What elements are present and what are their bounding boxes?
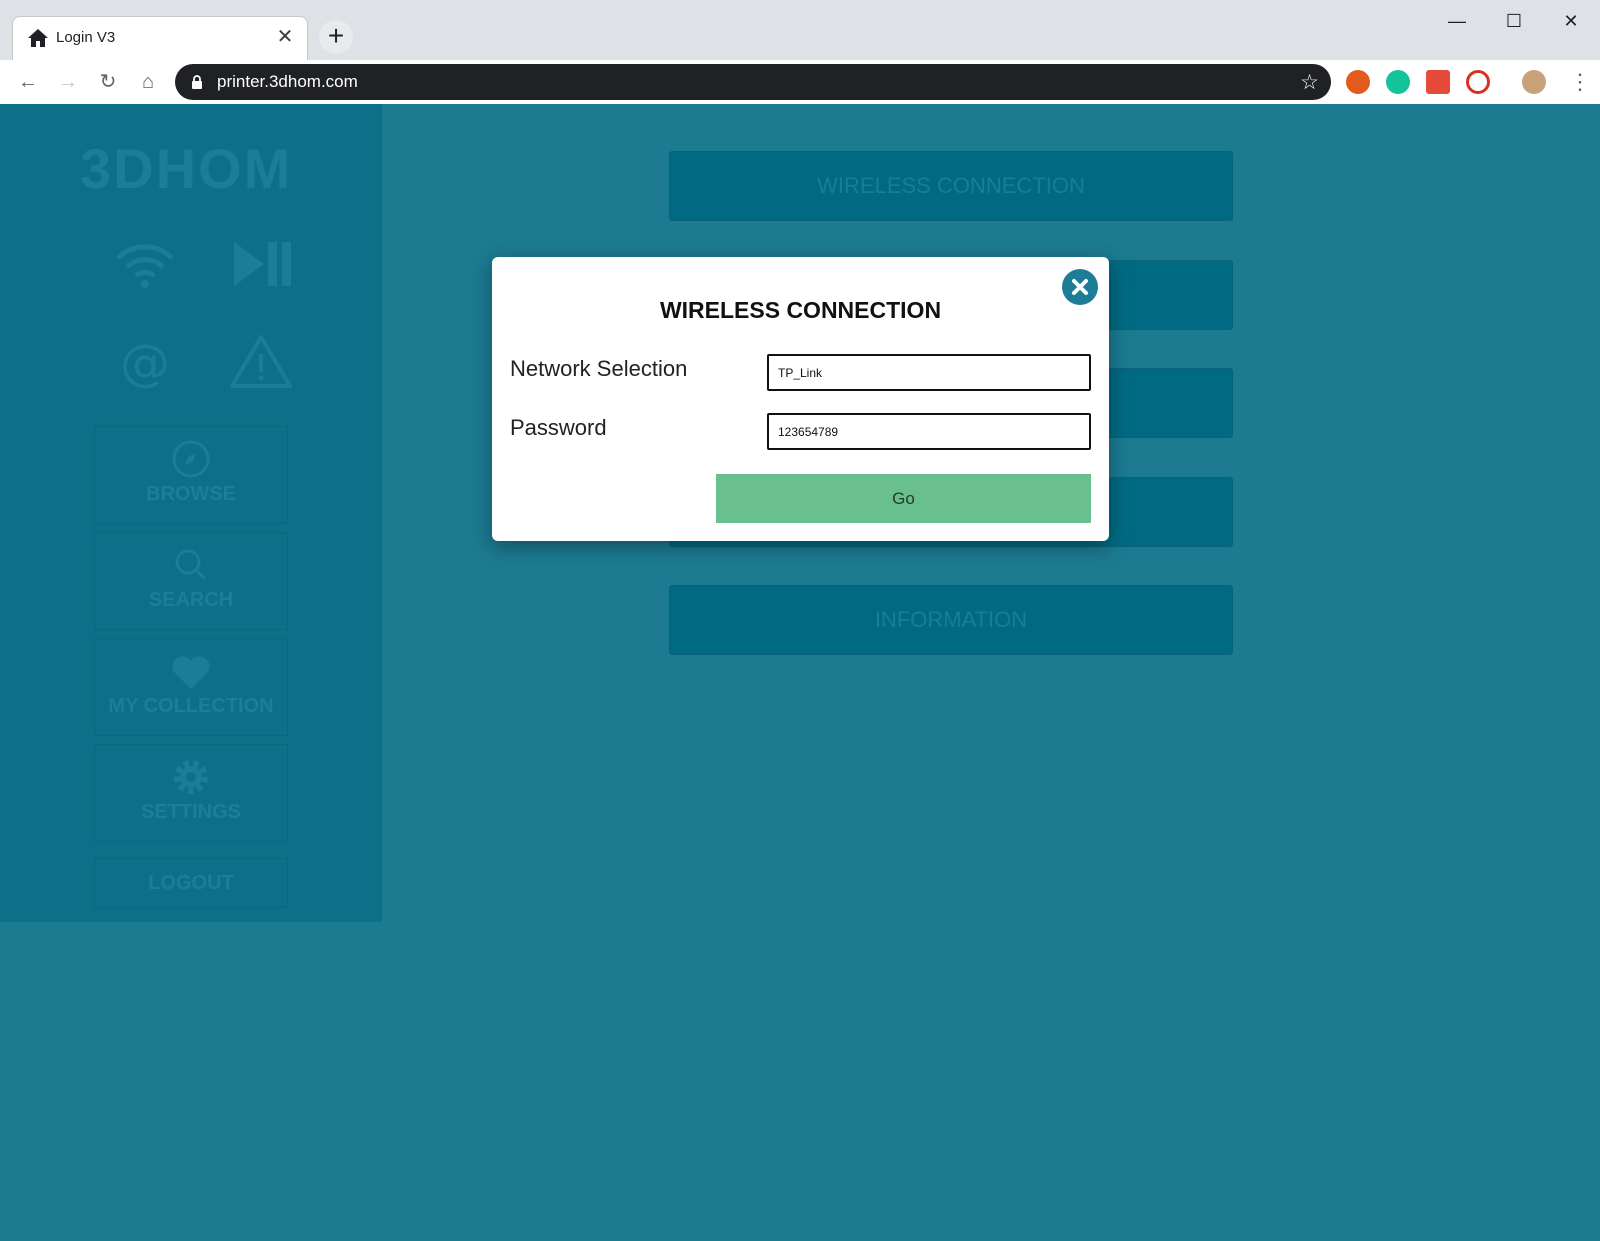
new-tab-button[interactable]: + — [319, 20, 353, 54]
logo: 3DHOM — [80, 137, 293, 200]
modal-title: WIRELESS CONNECTION — [659, 297, 942, 323]
home-button[interactable]: ⌂ — [132, 66, 164, 98]
heart-icon — [172, 656, 210, 689]
browser-menu-icon[interactable]: ⋮ — [1569, 68, 1591, 96]
sidebar-item-logout[interactable]: LOGOUT — [94, 858, 288, 908]
warning-icon[interactable] — [226, 332, 296, 392]
network-selection-label: Network Selection — [510, 356, 688, 381]
extension-icon-3[interactable] — [1426, 70, 1450, 94]
email-icon[interactable]: @ — [110, 332, 180, 392]
minimize-button[interactable]: — — [1434, 6, 1480, 36]
home-icon — [28, 29, 48, 47]
sidebar-item-browse[interactable]: BROWSE — [94, 426, 288, 524]
profile-avatar[interactable] — [1522, 70, 1546, 94]
network-selection-input[interactable] — [767, 354, 1091, 391]
back-button[interactable]: ← — [12, 66, 44, 98]
sidebar-item-label: SETTINGS — [140, 801, 241, 823]
go-button[interactable]: Go — [716, 474, 1091, 523]
reload-button[interactable]: ↻ — [92, 66, 124, 98]
menu-information[interactable]: INFORMATION — [669, 585, 1233, 655]
forward-button[interactable]: → — [52, 66, 84, 98]
tab-strip: Login V3 ✕ + — ☐ ✕ — [0, 0, 1600, 60]
sidebar-item-label: MY COLLECTION — [108, 695, 274, 717]
wireless-connection-modal: WIRELESS CONNECTION Network Selection Pa… — [492, 257, 1109, 541]
gear-icon — [174, 760, 208, 794]
browser-tab[interactable]: Login V3 ✕ — [12, 16, 308, 60]
bookmark-star-icon[interactable]: ☆ — [1300, 70, 1319, 95]
blocker-icon[interactable] — [1466, 70, 1490, 94]
tab-title: Login V3 — [56, 29, 116, 46]
sidebar-item-search[interactable]: SEARCH — [94, 532, 288, 630]
tab-close-icon[interactable]: ✕ — [273, 25, 297, 49]
search-icon — [175, 549, 207, 581]
wifi-icon[interactable] — [110, 234, 180, 294]
browser-toolbar: ← → ↻ ⌂ printer.3dhom.com ☆ ⋮ — [0, 60, 1600, 104]
sidebar-item-settings[interactable]: SETTINGS — [94, 744, 288, 842]
sidebar: 3DHOM @ BROWSE SEARCH MY COLLECTION SETT… — [0, 104, 382, 922]
svg-text:@: @ — [120, 334, 170, 392]
url-text: printer.3dhom.com — [217, 72, 358, 91]
grammarly-icon[interactable] — [1386, 70, 1410, 94]
address-bar[interactable]: printer.3dhom.com ☆ — [175, 64, 1331, 100]
window-close-button[interactable]: ✕ — [1548, 6, 1594, 36]
password-input[interactable] — [767, 413, 1091, 450]
menu-wireless-connection[interactable]: WIRELESS CONNECTION — [669, 151, 1233, 221]
sidebar-item-label: LOGOUT — [148, 872, 234, 894]
sidebar-item-label: SEARCH — [148, 589, 234, 611]
lock-icon — [192, 75, 202, 89]
browser-chrome: Login V3 ✕ + — ☐ ✕ ← → ↻ ⌂ printer.3dhom… — [0, 0, 1600, 104]
extension-icon-1[interactable] — [1346, 70, 1370, 94]
maximize-button[interactable]: ☐ — [1491, 6, 1537, 36]
sidebar-item-label: BROWSE — [146, 483, 236, 505]
compass-icon — [172, 440, 210, 478]
sidebar-item-my-collection[interactable]: MY COLLECTION — [94, 638, 288, 736]
play-pause-icon[interactable] — [226, 234, 296, 294]
password-label: Password — [510, 415, 607, 440]
